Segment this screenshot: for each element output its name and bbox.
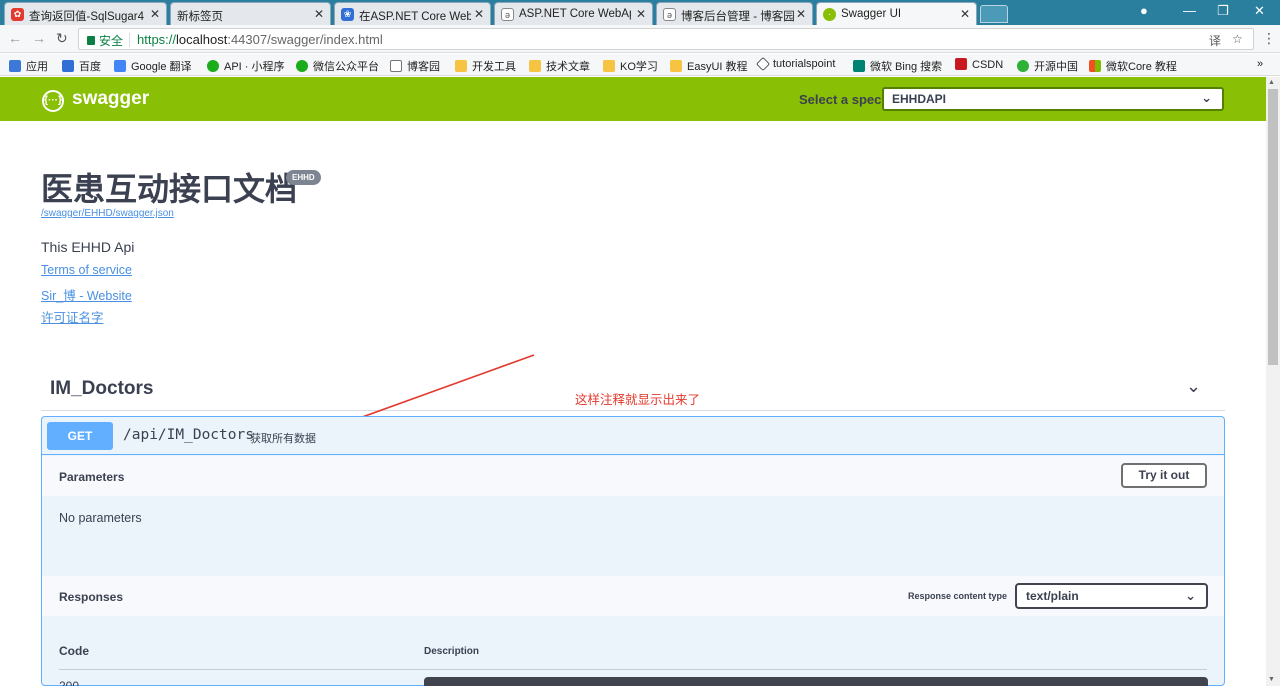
operation-summary[interactable]: GET /api/IM_Doctors 获取所有数据 bbox=[42, 417, 1224, 455]
operation-path: /api/IM_Doctors bbox=[123, 427, 254, 443]
operation-block: GET /api/IM_Doctors 获取所有数据 Parameters Tr… bbox=[41, 416, 1225, 686]
response-description-box bbox=[424, 677, 1208, 686]
response-code: 200 bbox=[59, 679, 80, 686]
responses-title: Responses bbox=[59, 590, 124, 604]
code-column-header: Code bbox=[59, 644, 89, 658]
divider bbox=[59, 669, 1207, 670]
try-it-out-button[interactable]: Try it out bbox=[1121, 463, 1207, 488]
method-badge: GET bbox=[47, 422, 113, 450]
operation-summary-text: 获取所有数据 bbox=[250, 433, 316, 445]
response-content-type-label: Response content type bbox=[908, 591, 1008, 601]
description-column-header: Description bbox=[424, 646, 480, 657]
parameters-header: Parameters bbox=[42, 456, 1224, 496]
no-parameters-text: No parameters bbox=[59, 511, 142, 525]
chevron-down-icon: ⌄ bbox=[1185, 588, 1196, 603]
parameters-title: Parameters bbox=[59, 470, 125, 484]
annotation-text: 这样注释就显示出来了 bbox=[575, 393, 701, 407]
response-content-type-select[interactable]: text/plain ⌄ bbox=[1015, 583, 1208, 609]
